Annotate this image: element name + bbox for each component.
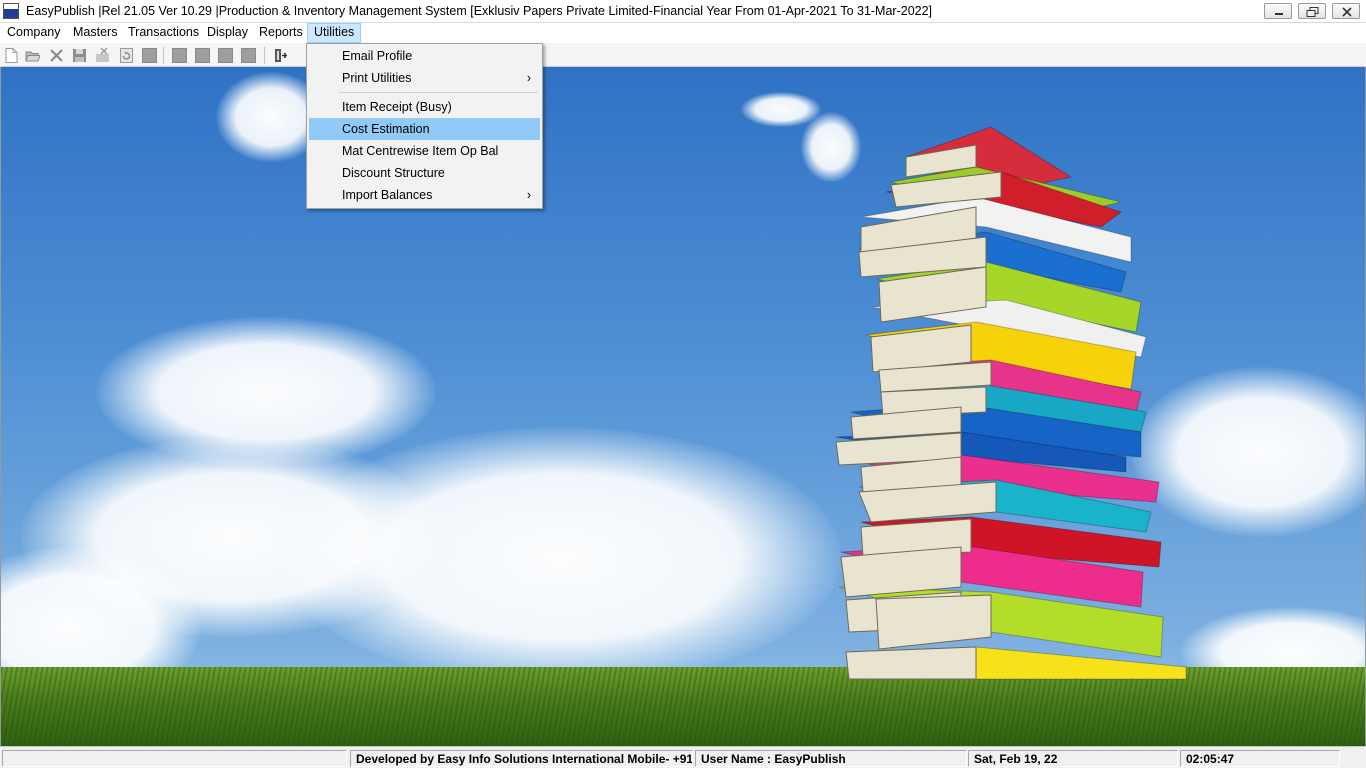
book-stack — [835, 126, 1187, 680]
close-button[interactable] — [1332, 3, 1360, 19]
menu-company[interactable]: Company — [1, 23, 67, 43]
status-time: 02:05:47 — [1180, 750, 1340, 767]
gray-icon[interactable] — [142, 48, 157, 63]
toolbar-separator — [264, 47, 265, 64]
minimize-button[interactable] — [1264, 3, 1292, 19]
next-icon[interactable] — [218, 48, 233, 63]
cancel-icon[interactable] — [95, 48, 110, 63]
menu-item-label: Discount Structure — [342, 166, 445, 180]
toolbar — [0, 43, 1366, 67]
menu-item-label: Print Utilities — [342, 71, 412, 85]
restore-button[interactable] — [1298, 3, 1326, 19]
utilities-dropdown: Email Profile Print Utilities › Item Rec… — [306, 43, 543, 209]
menu-item-label: Import Balances — [342, 188, 433, 202]
title-bar: EasyPublish |Rel 21.05 Ver 10.29 |Produc… — [0, 0, 1366, 23]
menu-item-cost-estimation[interactable]: Cost Estimation — [309, 118, 540, 140]
status-bar: Developed by Easy Info Solutions Interna… — [0, 746, 1366, 768]
menu-transactions[interactable]: Transactions — [122, 23, 205, 43]
menu-item-import-balances[interactable]: Import Balances › — [309, 184, 540, 206]
menu-item-print-utilities[interactable]: Print Utilities › — [309, 67, 540, 89]
previous-icon[interactable] — [195, 48, 210, 63]
first-icon[interactable] — [172, 48, 187, 63]
menu-bar: Company Masters Transactions Display Rep… — [0, 23, 1366, 43]
status-panel-empty — [2, 750, 347, 767]
chevron-right-icon: › — [526, 188, 531, 202]
menu-item-discount-structure[interactable]: Discount Structure — [309, 162, 540, 184]
last-icon[interactable] — [241, 48, 256, 63]
new-icon[interactable] — [4, 48, 19, 63]
menu-utilities[interactable]: Utilities — [307, 23, 362, 43]
toolbar-separator — [163, 47, 164, 64]
background-image — [0, 67, 1366, 746]
status-developer: Developed by Easy Info Solutions Interna… — [350, 750, 693, 767]
menu-item-item-receipt-busy[interactable]: Item Receipt (Busy) — [309, 96, 540, 118]
menu-item-label: Cost Estimation — [342, 122, 430, 136]
menu-item-label: Email Profile — [342, 49, 413, 63]
window-title: EasyPublish |Rel 21.05 Ver 10.29 |Produc… — [26, 4, 933, 18]
save-icon[interactable] — [72, 48, 87, 63]
menu-reports[interactable]: Reports — [253, 23, 309, 43]
menu-item-label: Mat Centrewise Item Op Bal — [342, 144, 499, 158]
chevron-right-icon: › — [526, 71, 531, 85]
app-icon[interactable] — [3, 3, 19, 19]
status-date: Sat, Feb 19, 22 — [968, 750, 1178, 767]
menu-item-email-profile[interactable]: Email Profile — [309, 45, 540, 67]
delete-icon[interactable] — [49, 48, 64, 63]
menu-display[interactable]: Display — [201, 23, 254, 43]
menu-item-label: Item Receipt (Busy) — [342, 100, 452, 114]
refresh-icon[interactable] — [119, 48, 134, 63]
menu-separator — [339, 92, 538, 93]
exit-icon[interactable] — [273, 48, 288, 63]
menu-masters[interactable]: Masters — [67, 23, 123, 43]
open-icon[interactable] — [25, 48, 40, 63]
status-user: User Name : EasyPublish — [695, 750, 967, 767]
menu-item-mat-centrewise-item-op-bal[interactable]: Mat Centrewise Item Op Bal — [309, 140, 540, 162]
